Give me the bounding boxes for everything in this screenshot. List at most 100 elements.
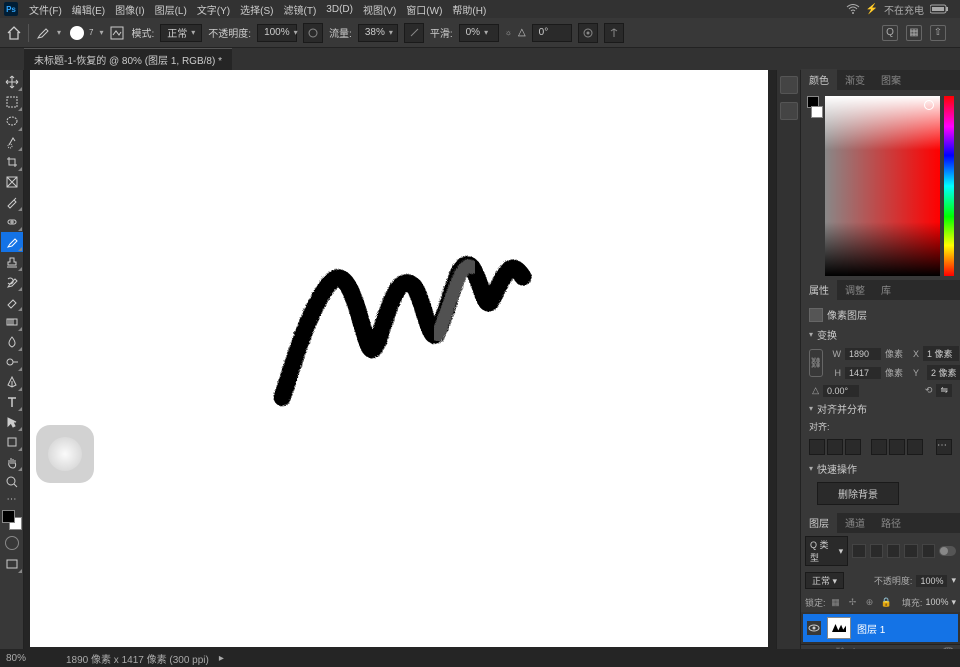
menu-3d[interactable]: 3D(D)	[321, 4, 358, 15]
layer-visibility-icon[interactable]	[807, 621, 821, 635]
path-select-tool[interactable]	[1, 412, 23, 432]
layer-opacity-input[interactable]: 100%	[916, 575, 947, 587]
quick-mask-icon[interactable]	[5, 536, 19, 550]
flow-input[interactable]: 38%▾	[358, 24, 398, 42]
opacity-pressure-icon[interactable]	[303, 23, 323, 43]
lock-position-icon[interactable]: ✢	[846, 595, 860, 609]
eyedropper-tool[interactable]	[1, 192, 23, 212]
filter-smart-icon[interactable]	[922, 544, 935, 558]
tablet-pressure-icon[interactable]	[578, 23, 598, 43]
align-top-icon[interactable]	[871, 439, 887, 455]
dodge-tool[interactable]	[1, 352, 23, 372]
width-input[interactable]: 1890	[845, 348, 881, 360]
search-icon[interactable]: Q	[882, 25, 898, 41]
tab-paths[interactable]: 路径	[873, 512, 909, 533]
doc-info[interactable]: 1890 像素 x 1417 像素 (300 ppi)	[66, 651, 209, 666]
lock-artboard-icon[interactable]: ⊕	[863, 595, 877, 609]
menu-select[interactable]: 选择(S)	[235, 2, 278, 17]
share-icon[interactable]: ⇧	[930, 25, 946, 41]
y-input[interactable]: 2 像素	[927, 365, 960, 380]
marquee-tool[interactable]	[1, 92, 23, 112]
menu-edit[interactable]: 编辑(E)	[67, 2, 110, 17]
align-bottom-icon[interactable]	[907, 439, 923, 455]
tab-adjustments[interactable]: 调整	[837, 279, 873, 300]
tab-layers[interactable]: 图层	[801, 512, 837, 533]
flip-icon[interactable]: ⟲	[922, 385, 932, 396]
tool-preset-chevron-icon[interactable]: ▾	[57, 28, 61, 37]
lasso-tool[interactable]	[1, 112, 23, 132]
pen-tool[interactable]	[1, 372, 23, 392]
collapsed-panel-icon[interactable]	[780, 102, 798, 120]
crop-tool[interactable]	[1, 152, 23, 172]
blend-mode-select[interactable]: 正常▾	[160, 24, 202, 42]
align-center-v-icon[interactable]	[889, 439, 905, 455]
align-left-icon[interactable]	[809, 439, 825, 455]
edit-toolbar-icon[interactable]: ⋯	[1, 492, 23, 506]
brush-size-value[interactable]: 7	[89, 28, 93, 37]
brush-panel-icon[interactable]	[109, 25, 125, 41]
height-input[interactable]: 1417	[845, 367, 881, 379]
tab-channels[interactable]: 通道	[837, 512, 873, 533]
tab-gradient[interactable]: 渐变	[837, 69, 873, 90]
move-tool[interactable]	[1, 72, 23, 92]
quick-select-tool[interactable]	[1, 132, 23, 152]
zoom-tool[interactable]	[1, 472, 23, 492]
tab-color[interactable]: 颜色	[801, 69, 837, 90]
type-tool[interactable]	[1, 392, 23, 412]
lock-pixels-icon[interactable]: ▦	[829, 595, 843, 609]
flip-h-icon[interactable]: ⇋	[936, 384, 952, 397]
layer-blend-mode[interactable]: 正常 ▾	[805, 572, 844, 589]
collapsed-panel-icon[interactable]	[780, 76, 798, 94]
canvas-area[interactable]	[24, 70, 776, 649]
brush-tool-icon[interactable]	[35, 25, 51, 41]
brush-preview[interactable]	[67, 23, 87, 43]
smoothing-gear-icon[interactable]: ☼	[505, 28, 512, 37]
x-input[interactable]: 1 像素	[923, 346, 959, 361]
align-right-icon[interactable]	[845, 439, 861, 455]
filter-toggle[interactable]	[939, 546, 956, 556]
menu-type[interactable]: 文字(Y)	[192, 2, 235, 17]
align-center-h-icon[interactable]	[827, 439, 843, 455]
align-section[interactable]: 对齐并分布	[805, 399, 956, 418]
layer-name[interactable]: 图层 1	[857, 621, 885, 636]
filter-shape-icon[interactable]	[904, 544, 917, 558]
gradient-tool[interactable]	[1, 312, 23, 332]
menu-image[interactable]: 图像(I)	[110, 2, 149, 17]
healing-tool[interactable]	[1, 212, 23, 232]
eraser-tool[interactable]	[1, 292, 23, 312]
document-tab[interactable]: 未标题-1-恢复的 @ 80% (图层 1, RGB/8) *	[24, 48, 232, 70]
color-swatches[interactable]	[2, 510, 22, 530]
hand-tool[interactable]	[1, 452, 23, 472]
panel-background-swatch[interactable]	[811, 106, 823, 118]
fill-chevron-icon[interactable]: ▾	[951, 597, 956, 608]
menu-view[interactable]: 视图(V)	[358, 2, 401, 17]
lock-all-icon[interactable]: 🔒	[880, 595, 894, 609]
frame-tool[interactable]	[1, 172, 23, 192]
stamp-tool[interactable]	[1, 252, 23, 272]
layer-thumbnail[interactable]	[827, 617, 851, 639]
symmetry-icon[interactable]	[604, 23, 624, 43]
angle-input[interactable]: 0.00°	[823, 385, 859, 397]
remove-background-button[interactable]: 删除背景	[817, 482, 899, 505]
filter-adjust-icon[interactable]	[870, 544, 883, 558]
quick-actions-section[interactable]: 快速操作	[805, 459, 956, 478]
menu-window[interactable]: 窗口(W)	[401, 2, 447, 17]
angle-input[interactable]: 0°	[532, 24, 572, 42]
home-icon[interactable]	[6, 25, 22, 41]
color-spectrum[interactable]	[825, 96, 940, 276]
screen-mode-icon[interactable]	[1, 554, 23, 574]
canvas[interactable]	[30, 70, 768, 647]
history-brush-tool[interactable]	[1, 272, 23, 292]
doc-info-chevron-icon[interactable]: ▸	[219, 653, 224, 664]
tab-pattern[interactable]: 图案	[873, 69, 909, 90]
link-dimensions-icon[interactable]: ⛓	[809, 349, 823, 377]
blur-tool[interactable]	[1, 332, 23, 352]
align-more-icon[interactable]: ⋯	[936, 439, 952, 455]
smoothing-input[interactable]: 0%▾	[459, 24, 499, 42]
shape-tool[interactable]	[1, 432, 23, 452]
foreground-color-swatch[interactable]	[2, 510, 15, 523]
filter-pixel-icon[interactable]	[852, 544, 865, 558]
menu-layer[interactable]: 图层(L)	[150, 2, 192, 17]
layer-row[interactable]: 图层 1	[803, 614, 958, 642]
opacity-input[interactable]: 100%▾	[257, 24, 297, 42]
